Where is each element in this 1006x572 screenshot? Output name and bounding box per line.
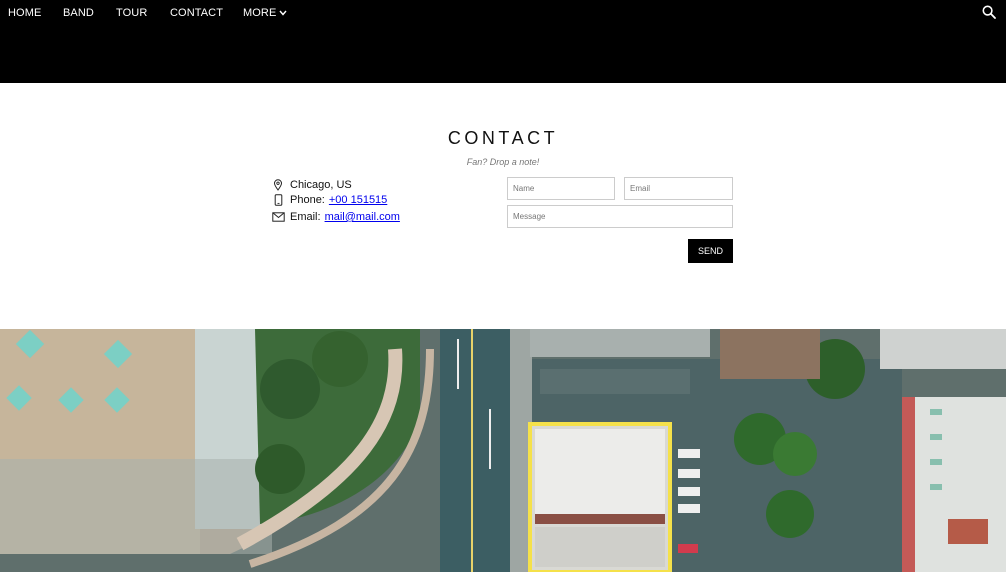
phone-link[interactable]: +00 151515 xyxy=(329,194,387,206)
location-text: Chicago, US xyxy=(290,179,352,191)
nav-band[interactable]: BAND xyxy=(63,7,94,19)
email-row: Email: mail@mail.com xyxy=(271,211,400,223)
send-button[interactable]: SEND xyxy=(688,239,733,263)
email-input[interactable] xyxy=(624,177,733,200)
aerial-city-photo xyxy=(0,329,1006,572)
message-input[interactable] xyxy=(507,205,733,228)
email-label: Email: xyxy=(290,211,321,223)
nav-home[interactable]: HOME xyxy=(8,7,41,19)
location-row: Chicago, US xyxy=(271,179,352,191)
nav-contact[interactable]: CONTACT xyxy=(170,7,223,19)
section-title: CONTACT xyxy=(447,128,559,148)
phone-label: Phone: xyxy=(290,194,325,206)
map-pin-icon xyxy=(271,179,285,191)
name-input[interactable] xyxy=(507,177,615,200)
email-link[interactable]: mail@mail.com xyxy=(325,211,400,223)
section-subtitle: Fan? Drop a note! xyxy=(466,157,540,167)
phone-row: Phone: +00 151515 xyxy=(271,194,387,206)
phone-icon xyxy=(271,194,285,206)
nav-more-dropdown[interactable]: MORE xyxy=(243,7,287,19)
chevron-down-icon xyxy=(279,10,287,16)
envelope-icon xyxy=(271,211,285,223)
nav-more-label: MORE xyxy=(243,7,277,19)
search-icon[interactable] xyxy=(982,5,996,19)
top-navbar: HOME BAND TOUR CONTACT MORE xyxy=(0,0,1006,83)
nav-tour[interactable]: TOUR xyxy=(116,7,147,19)
contact-section: CONTACT Fan? Drop a note! Chicago, US Ph… xyxy=(0,83,1006,329)
